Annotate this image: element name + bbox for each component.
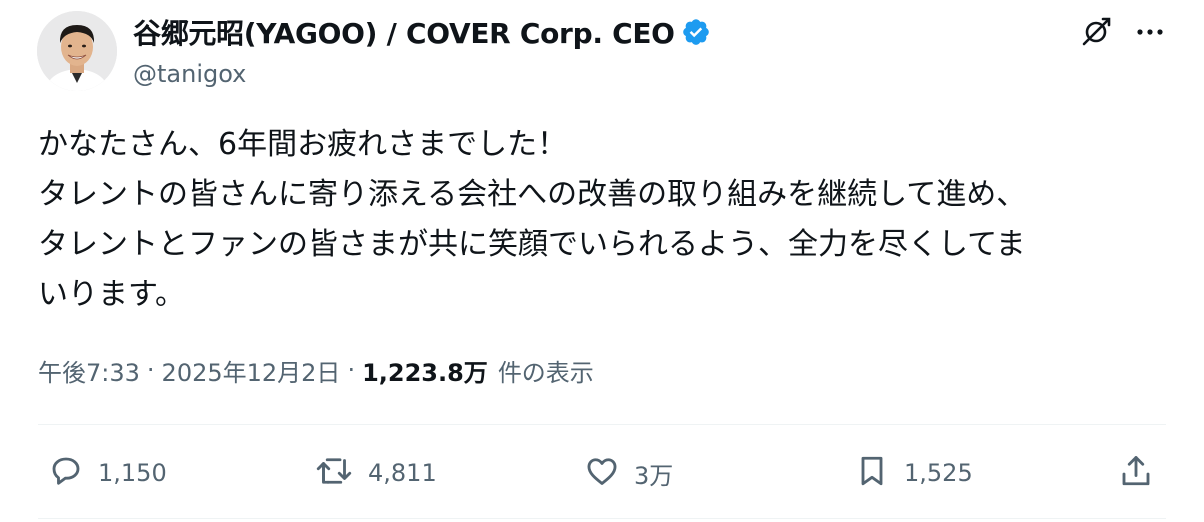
author-handle[interactable]: @tanigox (133, 60, 1033, 88)
tweet-time[interactable]: 午後7:33 (38, 353, 140, 388)
meta-separator: · (347, 356, 356, 384)
like-count: 3万 (634, 461, 674, 490)
bookmark-button[interactable]: 1,525 (854, 448, 973, 498)
heart-icon (584, 453, 620, 493)
verified-badge-icon[interactable] (681, 17, 711, 47)
more-dots-icon[interactable] (1130, 12, 1170, 52)
like-button[interactable]: 3万 (584, 448, 673, 498)
name-row: 谷郷元昭(YAGOO) / COVER Corp. CEO (133, 12, 1033, 52)
reply-button[interactable]: 1,150 (48, 448, 167, 498)
views-label[interactable]: 件の表示 (498, 353, 594, 388)
bookmark-count: 1,525 (904, 459, 973, 487)
reply-icon (48, 453, 84, 493)
share-button[interactable] (1118, 448, 1154, 498)
avatar[interactable] (37, 11, 117, 91)
retweet-button[interactable]: 4,811 (314, 448, 437, 498)
bookmark-icon (854, 453, 890, 493)
author-display-name[interactable]: 谷郷元昭(YAGOO) / COVER Corp. CEO (133, 12, 675, 52)
share-icon (1118, 453, 1154, 493)
reply-count: 1,150 (98, 459, 167, 487)
retweet-icon (314, 453, 354, 493)
divider (38, 518, 1166, 519)
meta-separator: · (146, 356, 155, 384)
retweet-count: 4,811 (368, 459, 437, 487)
tweet-text: かなたさん、6年間お疲れさまでした！ タレントの皆さんに寄り添える会社への改善の… (38, 127, 1027, 312)
views-count[interactable]: 1,223.8万 (362, 353, 488, 388)
tweet-meta: 午後7:33 · 2025年12月2日 · 1,223.8万 件の表示 (38, 350, 594, 390)
tweet-card: 谷郷元昭(YAGOO) / COVER Corp. CEO @tanigox か… (0, 0, 1204, 522)
grok-slash-icon[interactable] (1076, 12, 1116, 52)
tweet-date[interactable]: 2025年12月2日 (162, 353, 341, 388)
divider (38, 424, 1166, 425)
author-header: 谷郷元昭(YAGOO) / COVER Corp. CEO @tanigox (133, 12, 1033, 88)
action-bar: 1,150 4,811 3万 1,525 (38, 448, 1166, 498)
